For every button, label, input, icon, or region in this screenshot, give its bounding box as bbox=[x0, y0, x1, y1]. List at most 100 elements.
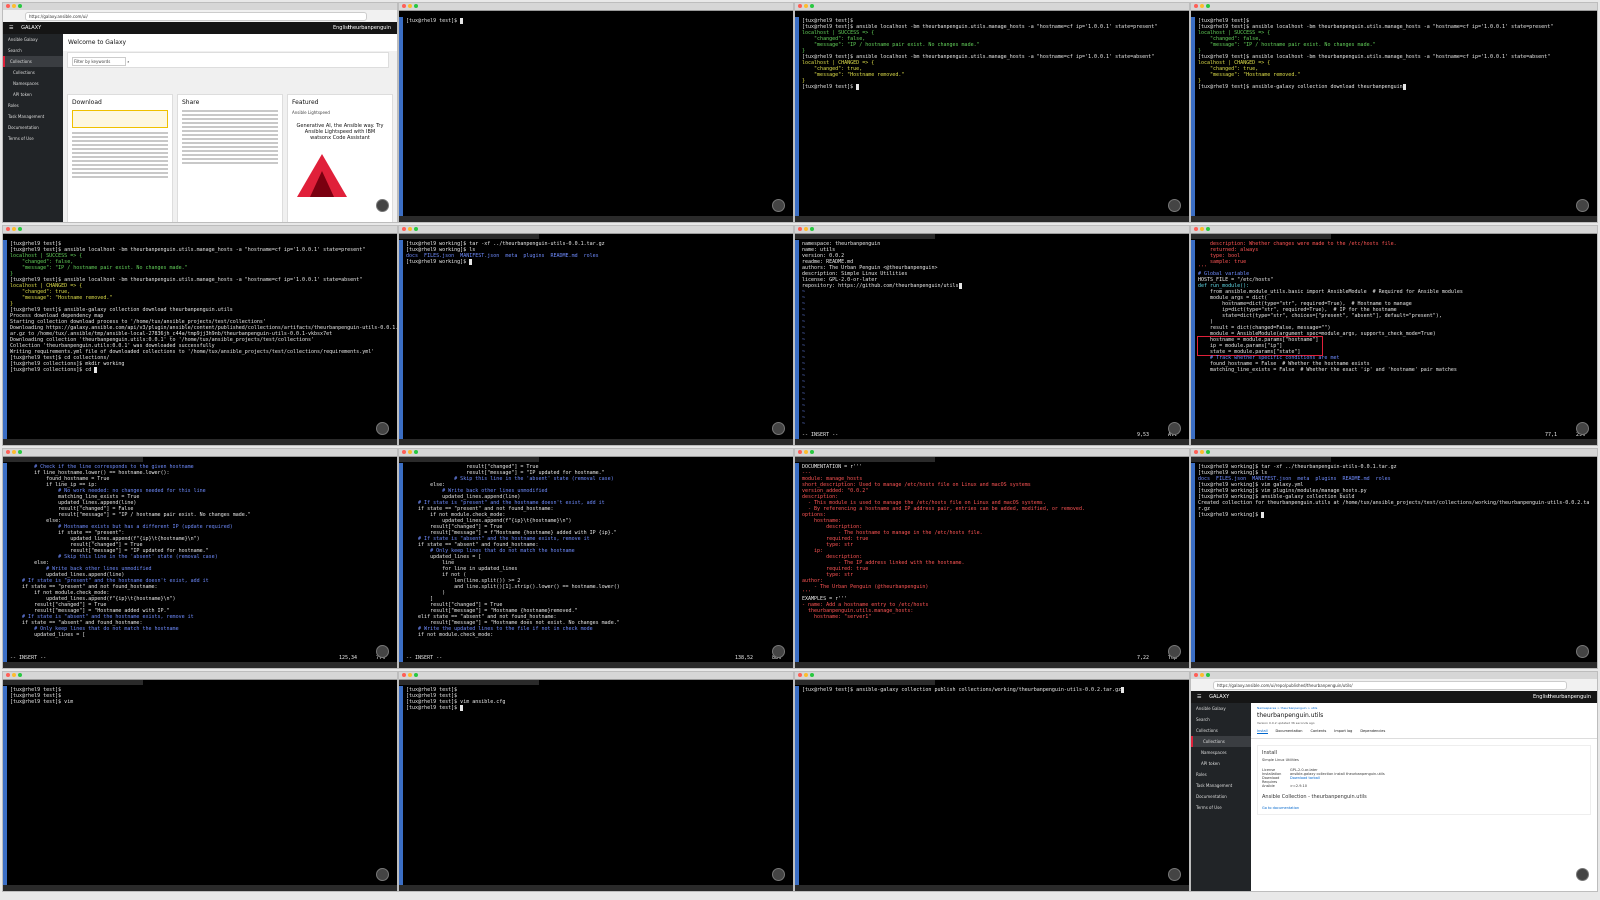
panel-6-terminal: [tux@rhel9 working]$ tar -xf ../theurban… bbox=[398, 225, 794, 446]
sidebar-item[interactable]: Roles bbox=[3, 100, 63, 111]
requires-value: >=2.9.10 bbox=[1290, 784, 1307, 788]
tab-import-log[interactable]: Import log bbox=[1334, 729, 1352, 734]
terminal-output[interactable]: [tux@rhel9 working]$ tar -xf ../theurban… bbox=[1195, 463, 1597, 662]
vim-buffer[interactable]: result["changed"] = True result["message… bbox=[403, 463, 793, 662]
address-bar[interactable]: https://galaxy.ansible.com/ui/repo/publi… bbox=[1213, 681, 1567, 690]
panel-14-terminal: [tux@rhel9 test]$ [tux@rhel9 test]$ [tux@r… bbox=[398, 671, 794, 892]
panel-5-terminal: [tux@rhel9 test]$ [tux@rhel9 test]$ ansib… bbox=[2, 225, 398, 446]
tab-dependencies[interactable]: Dependencies bbox=[1360, 729, 1385, 734]
window-titlebar bbox=[399, 449, 793, 457]
sidebar-item[interactable]: Roles bbox=[1191, 769, 1251, 780]
status-bar bbox=[1191, 439, 1597, 445]
sidebar-item[interactable]: Search bbox=[1191, 714, 1251, 725]
window-titlebar bbox=[3, 226, 397, 234]
vim-statusline: -- INSERT -- 125,34 77% bbox=[7, 655, 397, 662]
tab-install[interactable]: Install bbox=[1257, 729, 1268, 734]
breadcrumb[interactable]: Namespaces > theurbanpenguin > utils bbox=[1251, 703, 1597, 710]
terminal-line: [tux@rhel9 test]$ ansible-galaxy collect… bbox=[1198, 84, 1403, 90]
sidebar-item[interactable]: Task Management bbox=[1191, 780, 1251, 791]
terminal-tab[interactable] bbox=[1191, 234, 1331, 239]
window-titlebar bbox=[795, 226, 1189, 234]
vim-buffer[interactable]: namespace: theurbanpenguin name: utils ver… bbox=[799, 240, 1189, 439]
terminal-tab[interactable] bbox=[399, 680, 539, 685]
webcam-icon bbox=[1168, 645, 1181, 658]
sidebar-subitem[interactable]: API token bbox=[1191, 758, 1251, 769]
terminal-tab[interactable] bbox=[399, 457, 539, 462]
webcam-icon bbox=[772, 422, 785, 435]
menu-icon[interactable]: ☰ bbox=[1197, 694, 1201, 700]
sidebar-item-collections[interactable]: Collections bbox=[3, 56, 63, 67]
terminal-tab[interactable] bbox=[795, 457, 935, 462]
highlight-box: hostname = module.params["hostname"] ip … bbox=[1196, 336, 1324, 356]
sidebar-subitem[interactable]: Namespaces bbox=[3, 78, 63, 89]
sidebar-item[interactable]: Ansible Galaxy bbox=[1191, 703, 1251, 714]
terminal-tab[interactable] bbox=[795, 234, 935, 239]
terminal-output[interactable]: [tux@rhel9 test]$ bbox=[403, 17, 793, 216]
sidebar-subitem[interactable]: API token bbox=[3, 89, 63, 100]
webcam-icon bbox=[376, 868, 389, 881]
sidebar-item[interactable]: Terms of Use bbox=[3, 133, 63, 144]
terminal-output[interactable]: [tux@rhel9 test]$ [tux@rhel9 test]$ [tux@r… bbox=[7, 686, 397, 885]
cursor-position: 7,22 bbox=[1136, 655, 1149, 661]
webcam-icon bbox=[1576, 868, 1589, 881]
window-titlebar bbox=[1191, 226, 1597, 234]
terminal-output[interactable]: [tux@rhel9 test]$ [tux@rhel9 test]$ ansib… bbox=[7, 240, 397, 439]
galaxy-brand[interactable]: GALAXY bbox=[1209, 694, 1229, 700]
code-line: matching_line_exists = False # Whether t… bbox=[1198, 367, 1457, 373]
terminal-line: } bbox=[802, 78, 806, 84]
tab-contents[interactable]: Contents bbox=[1311, 729, 1327, 734]
card-title: Download bbox=[72, 99, 102, 106]
terminal-tab[interactable] bbox=[795, 680, 935, 685]
terminal-tab[interactable] bbox=[3, 457, 143, 462]
panel-13-terminal: [tux@rhel9 test]$ [tux@rhel9 test]$ [tux@r… bbox=[2, 671, 398, 892]
terminal-output[interactable]: [tux@rhel9 test]$ [tux@rhel9 test]$ ansib… bbox=[799, 17, 1189, 216]
terminal-output[interactable]: [tux@rhel9 test]$ [tux@rhel9 test]$ ansib… bbox=[1195, 17, 1597, 216]
documentation-link[interactable]: Go to documentation bbox=[1262, 806, 1586, 810]
vim-statusline: 7,22 Top bbox=[799, 655, 1189, 662]
search-icon[interactable]: ⌕ bbox=[127, 59, 129, 64]
sidebar-item[interactable]: Terms of Use bbox=[1191, 802, 1251, 813]
sidebar-subitem[interactable]: Collections bbox=[3, 67, 63, 78]
terminal-output[interactable]: [tux@rhel9 test]$ [tux@rhel9 test]$ [tux@r… bbox=[403, 686, 793, 885]
vim-mode: -- INSERT -- bbox=[406, 655, 443, 661]
terminal-output[interactable]: [tux@rhel9 working]$ tar -xf ../theurban… bbox=[403, 240, 793, 439]
panel-7-vim-galaxy-yml: namespace: theurbanpenguin name: utils ver… bbox=[794, 225, 1190, 446]
featured-ad-text[interactable]: Generative AI, the Ansible way. Try Ansi… bbox=[294, 123, 386, 141]
galaxy-header: ☰ GALAXY English theurbanpenguin bbox=[3, 22, 397, 34]
terminal-line: [tux@rhel9 test]$ bbox=[802, 84, 857, 90]
user-menu[interactable]: theurbanpenguin bbox=[348, 22, 391, 34]
vim-buffer[interactable]: description: Whether changes were made t… bbox=[1195, 240, 1597, 439]
window-titlebar bbox=[399, 3, 793, 11]
address-bar[interactable]: https://galaxy.ansible.com/ui/ bbox=[25, 12, 367, 21]
terminal-line: [tux@rhel9 test]$ bbox=[406, 705, 461, 711]
terminal-tab[interactable] bbox=[3, 680, 143, 685]
terminal-line: [tux@rhel9 working]$ bbox=[406, 259, 470, 265]
window-titlebar bbox=[3, 449, 397, 457]
sidebar-subitem[interactable]: Namespaces bbox=[1191, 747, 1251, 758]
galaxy-sidebar: Ansible Galaxy Search Collections Collec… bbox=[3, 34, 63, 222]
user-menu[interactable]: theurbanpenguin bbox=[1548, 691, 1591, 703]
sidebar-subitem-collections[interactable]: Collections bbox=[1191, 736, 1251, 747]
vim-buffer[interactable]: # Check if the line corresponds to the g… bbox=[7, 463, 397, 662]
sidebar-item[interactable]: Collections bbox=[1191, 725, 1251, 736]
terminal-line: [tux@rhel9 test]$ vim ansible.cfg bbox=[406, 699, 506, 705]
tab-documentation[interactable]: Documentation bbox=[1276, 729, 1303, 734]
vim-statusline: -- INSERT -- 138,52 88% bbox=[403, 655, 793, 662]
vim-statusline: -- INSERT -- 9,53 All bbox=[799, 432, 1189, 439]
sidebar-item[interactable]: Search bbox=[3, 45, 63, 56]
webcam-icon bbox=[772, 645, 785, 658]
terminal-output[interactable]: [tux@rhel9 test]$ ansible-galaxy collect… bbox=[799, 686, 1189, 885]
terminal-tab[interactable] bbox=[1191, 457, 1331, 462]
sidebar-item[interactable]: Documentation bbox=[1191, 791, 1251, 802]
galaxy-brand[interactable]: GALAXY bbox=[21, 25, 41, 31]
sidebar-item[interactable]: Ansible Galaxy bbox=[3, 34, 63, 45]
vim-buffer[interactable]: DOCUMENTATION = r''' --- module: manage_ho… bbox=[799, 463, 1189, 662]
sidebar-item[interactable]: Documentation bbox=[3, 122, 63, 133]
search-input[interactable]: Filter by keywords bbox=[72, 57, 126, 66]
status-bar bbox=[1191, 662, 1597, 668]
sidebar-item[interactable]: Task Management bbox=[3, 111, 63, 122]
info-alert bbox=[72, 110, 168, 128]
terminal-line: [tux@rhel9 test]$ ansible-galaxy collect… bbox=[802, 687, 1122, 693]
terminal-tab[interactable] bbox=[399, 234, 539, 239]
menu-icon[interactable]: ☰ bbox=[9, 25, 13, 31]
